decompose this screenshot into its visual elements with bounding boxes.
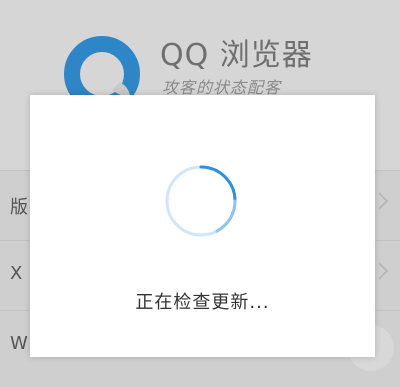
list-item-label: W — [10, 333, 28, 354]
update-check-dialog: 正在检查更新... — [30, 95, 375, 357]
chevron-right-icon — [378, 192, 389, 210]
list-item-label: X — [10, 263, 23, 284]
list-item-label: 版 — [10, 197, 28, 218]
loading-spinner-icon — [165, 165, 237, 237]
app-title: QQ 浏览器 — [160, 38, 313, 73]
chevron-right-icon — [378, 262, 389, 280]
dialog-message: 正在检查更新... — [135, 292, 270, 313]
